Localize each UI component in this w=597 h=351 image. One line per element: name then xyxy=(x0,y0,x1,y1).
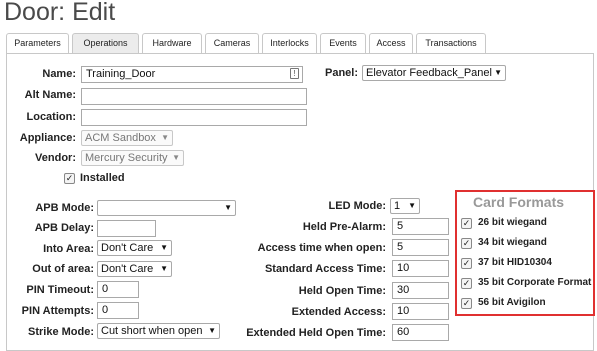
appliance-value: ACM Sandbox xyxy=(85,132,156,144)
into-area-label: Into Area: xyxy=(43,243,94,255)
card-format-label: 37 bit HID10304 xyxy=(478,257,552,268)
tab-transactions[interactable]: Transactions xyxy=(416,33,486,53)
strike-mode-select[interactable]: Cut short when open ▼ xyxy=(97,323,220,339)
alt-name-input[interactable] xyxy=(81,88,307,105)
extended-held-open-time-value: 60 xyxy=(397,326,410,338)
panel-label: Panel: xyxy=(324,67,358,79)
panel-value: Elevator Feedback_Panel xyxy=(366,67,492,79)
tab-operations[interactable]: Operations xyxy=(72,33,139,53)
into-area-value: Don't Care xyxy=(101,242,154,254)
pin-timeout-value: 0 xyxy=(102,283,109,295)
held-prealarm-input[interactable]: 5 xyxy=(392,218,449,235)
chevron-down-icon: ▼ xyxy=(172,153,180,162)
name-label: Name: xyxy=(42,68,76,80)
apb-delay-label: APB Delay: xyxy=(34,222,94,234)
lock-icon: ! xyxy=(290,68,299,79)
chevron-down-icon: ▼ xyxy=(208,326,216,335)
apb-mode-label: APB Mode: xyxy=(35,202,94,214)
standard-access-time-value: 10 xyxy=(397,262,410,274)
standard-access-time-label: Standard Access Time: xyxy=(264,263,386,275)
pin-attempts-input[interactable]: 0 xyxy=(97,302,139,319)
extended-held-open-time-input[interactable]: 60 xyxy=(392,324,449,341)
installed-checkbox[interactable]: ✓ xyxy=(64,173,75,184)
held-prealarm-label: Held Pre-Alarm: xyxy=(302,221,386,233)
appliance-select[interactable]: ACM Sandbox ▼ xyxy=(81,130,173,146)
strike-mode-value: Cut short when open xyxy=(101,325,203,337)
card-format-checkbox-56bit[interactable]: ✓ xyxy=(461,298,472,309)
extended-access-input[interactable]: 10 xyxy=(392,303,449,320)
name-value: Training_Door xyxy=(86,68,156,80)
vendor-value: Mercury Security xyxy=(85,152,168,164)
location-label: Location: xyxy=(26,111,77,123)
installed-label: Installed xyxy=(80,172,125,184)
chevron-down-icon: ▼ xyxy=(160,243,168,252)
location-input[interactable] xyxy=(81,109,307,126)
led-mode-value: 1 xyxy=(394,200,401,212)
panel-select[interactable]: Elevator Feedback_Panel ▼ xyxy=(362,65,506,81)
appliance-label: Appliance: xyxy=(19,132,76,144)
led-mode-label: LED Mode: xyxy=(328,200,386,212)
apb-mode-select[interactable]: ▼ xyxy=(97,200,236,216)
name-input[interactable]: Training_Door xyxy=(81,66,303,83)
strike-mode-label: Strike Mode: xyxy=(27,326,94,338)
out-of-area-label: Out of area: xyxy=(32,263,94,275)
tab-access[interactable]: Access xyxy=(369,33,413,53)
access-time-open-label: Access time when open: xyxy=(257,242,386,254)
extended-held-open-time-label: Extended Held Open Time: xyxy=(246,327,386,339)
card-formats-title: Card Formats xyxy=(473,194,565,210)
held-open-time-label: Held Open Time: xyxy=(298,285,386,297)
chevron-down-icon: ▼ xyxy=(408,201,416,210)
card-format-label: 34 bit wiegand xyxy=(478,237,547,248)
vendor-select[interactable]: Mercury Security ▼ xyxy=(81,150,184,166)
chevron-down-icon: ▼ xyxy=(224,203,232,212)
card-format-label: 56 bit Avigilon xyxy=(478,297,546,308)
into-area-select[interactable]: Don't Care ▼ xyxy=(97,240,172,256)
pin-attempts-label: PIN Attempts: xyxy=(21,305,94,317)
access-time-open-value: 5 xyxy=(397,241,404,253)
pin-timeout-label: PIN Timeout: xyxy=(26,284,94,296)
access-time-open-input[interactable]: 5 xyxy=(392,239,449,256)
tab-parameters[interactable]: Parameters xyxy=(6,33,69,53)
chevron-down-icon: ▼ xyxy=(160,264,168,273)
pin-timeout-input[interactable]: 0 xyxy=(97,281,139,298)
held-open-time-input[interactable]: 30 xyxy=(392,282,449,299)
tab-bar: Parameters Operations Hardware Cameras I… xyxy=(6,33,594,53)
card-format-label: 35 bit Corporate Format xyxy=(478,277,592,288)
card-format-checkbox-35bit[interactable]: ✓ xyxy=(461,278,472,289)
apb-delay-input[interactable] xyxy=(97,220,156,237)
card-format-label: 26 bit wiegand xyxy=(478,217,547,228)
tab-interlocks[interactable]: Interlocks xyxy=(262,33,317,53)
held-prealarm-value: 5 xyxy=(397,220,404,232)
alt-name-label: Alt Name: xyxy=(24,89,76,101)
chevron-down-icon: ▼ xyxy=(161,133,169,142)
out-of-area-select[interactable]: Don't Care ▼ xyxy=(97,261,172,277)
pin-attempts-value: 0 xyxy=(102,304,109,316)
card-format-checkbox-37bit[interactable]: ✓ xyxy=(461,258,472,269)
out-of-area-value: Don't Care xyxy=(101,263,154,275)
card-format-checkbox-34bit[interactable]: ✓ xyxy=(461,238,472,249)
standard-access-time-input[interactable]: 10 xyxy=(392,260,449,277)
held-open-time-value: 30 xyxy=(397,284,410,296)
page-title: Door: Edit xyxy=(4,0,116,26)
tab-events[interactable]: Events xyxy=(320,33,366,53)
card-format-checkbox-26bit[interactable]: ✓ xyxy=(461,218,472,229)
led-mode-select[interactable]: 1 ▼ xyxy=(390,198,420,214)
extended-access-label: Extended Access: xyxy=(291,306,386,318)
tab-hardware[interactable]: Hardware xyxy=(142,33,202,53)
vendor-label: Vendor: xyxy=(35,152,76,164)
tab-cameras[interactable]: Cameras xyxy=(205,33,259,53)
chevron-down-icon: ▼ xyxy=(494,68,502,77)
extended-access-value: 10 xyxy=(397,305,410,317)
